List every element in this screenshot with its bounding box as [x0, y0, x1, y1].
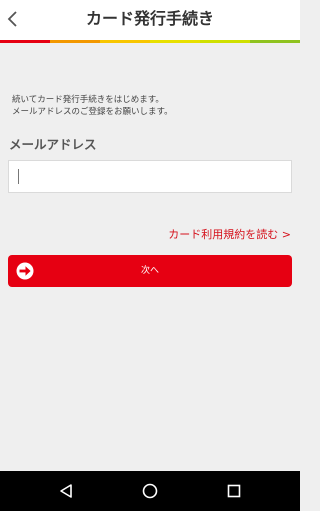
stripe-segment: [250, 40, 300, 43]
stripe-segment: [50, 40, 100, 43]
square-recents-icon: [227, 484, 241, 498]
stripe-segment: [200, 40, 250, 43]
system-nav-bar: [0, 471, 300, 511]
back-button[interactable]: [2, 4, 24, 34]
app-header: カード発行手続き: [0, 0, 300, 40]
nav-back-button[interactable]: [53, 479, 79, 503]
stripe-segment: [100, 40, 150, 43]
stripe-segment: [150, 40, 200, 43]
circle-home-icon: [142, 483, 158, 499]
text-caret: [18, 169, 19, 184]
terms-link[interactable]: カード利用規約を読む >: [168, 226, 291, 242]
stripe-segment: [0, 40, 50, 43]
next-button[interactable]: 次へ: [8, 255, 292, 287]
page-title: カード発行手続き: [85, 9, 214, 28]
nav-home-button[interactable]: [137, 479, 163, 503]
intro-text: 続いてカード発行手続きをはじめます。 メールアドレスのご登録をお願いします。: [12, 94, 292, 118]
email-field[interactable]: [8, 160, 292, 193]
next-button-label: 次へ: [140, 266, 159, 276]
intro-line: 続いてカード発行手続きをはじめます。: [12, 95, 164, 105]
color-stripe: [0, 40, 300, 43]
email-label: メールアドレス: [9, 137, 97, 152]
nav-recents-button[interactable]: [221, 479, 247, 503]
triangle-back-icon: [60, 484, 72, 498]
chevron-left-icon: [7, 11, 17, 27]
intro-line: メールアドレスのご登録をお願いします。: [12, 107, 173, 117]
